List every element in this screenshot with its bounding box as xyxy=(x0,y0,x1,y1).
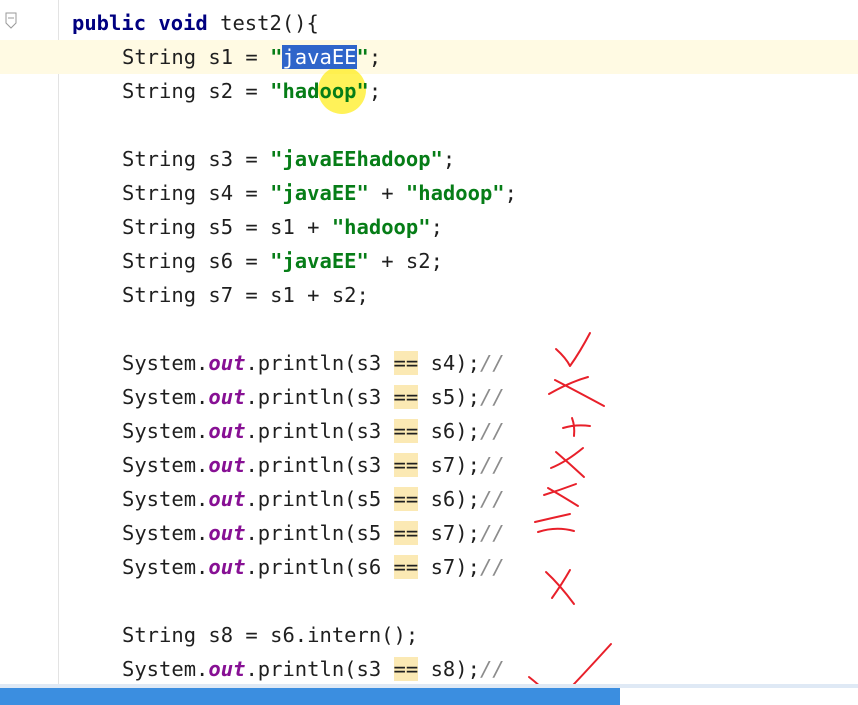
code-token: s7); xyxy=(418,453,480,477)
code-token: "javaEEhadoop" xyxy=(270,147,443,171)
code-token: out xyxy=(208,487,246,511)
line-s6[interactable]: String s6 = "javaEE" + s2; xyxy=(122,244,443,278)
code-token: out xyxy=(208,521,246,545)
code-token: System. xyxy=(122,419,209,443)
code-token: System. xyxy=(122,555,209,579)
line-s2[interactable]: String s2 = "hadoop"; xyxy=(122,74,381,108)
horizontal-scrollbar[interactable] xyxy=(0,688,620,705)
code-token: s7); xyxy=(418,555,480,579)
code-token: String s8 = s6.intern(); xyxy=(122,623,419,647)
code-token: System. xyxy=(122,351,209,375)
code-token: // xyxy=(479,419,505,443)
line-print-s3-s7[interactable]: System.out.println(s3 == s7);// xyxy=(122,448,505,482)
code-token: System. xyxy=(122,453,209,477)
code-token: // xyxy=(479,487,505,511)
code-token: out xyxy=(208,657,246,681)
code-editor[interactable]: public void test2(){String s1 = "javaEE"… xyxy=(0,0,858,705)
code-token: // xyxy=(479,351,505,375)
line-print-s3-s8[interactable]: System.out.println(s3 == s8);// xyxy=(122,652,505,686)
code-token: out xyxy=(208,351,246,375)
code-token: .println(s3 xyxy=(245,385,394,409)
code-token: String s6 = xyxy=(122,249,271,273)
code-token: "javaEE" xyxy=(270,181,369,205)
code-token: // xyxy=(479,521,505,545)
line-print-s3-s5[interactable]: System.out.println(s3 == s5);// xyxy=(122,380,505,414)
code-token: == xyxy=(393,555,419,579)
code-token: System. xyxy=(122,385,209,409)
code-token: "javaEE" xyxy=(270,249,369,273)
code-token: out xyxy=(208,453,246,477)
code-token: .println(s5 xyxy=(245,521,394,545)
code-token: out xyxy=(208,555,246,579)
code-token: .println(s3 xyxy=(245,351,394,375)
code-token: public void xyxy=(72,11,208,35)
code-token: System. xyxy=(122,487,209,511)
code-token: .println(s3 xyxy=(245,453,394,477)
code-token: s5); xyxy=(418,385,480,409)
code-token: == xyxy=(393,521,419,545)
code-token: ; xyxy=(430,215,443,239)
line-print-s5-s7[interactable]: System.out.println(s5 == s7);// xyxy=(122,516,505,550)
code-token: out xyxy=(208,419,246,443)
line-print-s3-s6[interactable]: System.out.println(s3 == s6);// xyxy=(122,414,505,448)
code-token: ; xyxy=(442,147,456,171)
code-token: "hadoop" xyxy=(270,79,369,103)
line-s3[interactable]: String s3 = "javaEEhadoop"; xyxy=(122,142,455,176)
line-method-signature[interactable]: public void test2(){ xyxy=(72,6,319,40)
line-print-s6-s7[interactable]: System.out.println(s6 == s7);// xyxy=(122,550,505,584)
line-s7[interactable]: String s7 = s1 + s2; xyxy=(122,278,369,312)
code-token: s7); xyxy=(418,521,480,545)
code-token: "hadoop" xyxy=(331,215,431,239)
code-token: " xyxy=(356,45,369,69)
code-token: System. xyxy=(122,657,209,681)
code-token: // xyxy=(479,555,505,579)
code-token: String s7 = s1 + s2; xyxy=(122,283,369,307)
code-token: "hadoop" xyxy=(405,181,505,205)
code-token: javaEE xyxy=(282,45,357,69)
code-token: s8); xyxy=(418,657,480,681)
code-token: " xyxy=(270,45,283,69)
code-token: == xyxy=(393,487,419,511)
code-token: .println(s6 xyxy=(245,555,394,579)
code-token: == xyxy=(393,385,419,409)
line-s1[interactable]: String s1 = "javaEE"; xyxy=(122,40,381,74)
code-token: // xyxy=(479,657,505,681)
code-token: + s2; xyxy=(368,249,443,273)
code-token: out xyxy=(208,385,246,409)
code-token: .println(s3 xyxy=(245,657,394,681)
line-s4[interactable]: String s4 = "javaEE" + "hadoop"; xyxy=(122,176,517,210)
code-token: ; xyxy=(504,181,517,205)
line-s5[interactable]: String s5 = s1 + "hadoop"; xyxy=(122,210,443,244)
code-token: String s1 = xyxy=(122,45,271,69)
code-token: ; xyxy=(368,79,382,103)
code-token: .println(s5 xyxy=(245,487,394,511)
code-token: String s5 = s1 + xyxy=(122,215,332,239)
code-token: ; xyxy=(368,45,382,69)
code-token: // xyxy=(479,453,505,477)
code-token: == xyxy=(393,419,419,443)
code-token: String s4 = xyxy=(122,181,271,205)
code-token: String s3 = xyxy=(122,147,271,171)
code-token: String s2 = xyxy=(122,79,271,103)
code-token: == xyxy=(393,657,419,681)
code-token: System. xyxy=(122,521,209,545)
code-token: + xyxy=(368,181,406,205)
code-token: s6); xyxy=(418,419,480,443)
code-token: .println(s3 xyxy=(245,419,394,443)
code-token: // xyxy=(479,385,505,409)
code-token: == xyxy=(393,453,419,477)
line-s8[interactable]: String s8 = s6.intern(); xyxy=(122,618,418,652)
code-token: s4); xyxy=(418,351,480,375)
code-token: == xyxy=(393,351,419,375)
line-print-s5-s6[interactable]: System.out.println(s5 == s6);// xyxy=(122,482,505,516)
code-token: s6); xyxy=(418,487,480,511)
line-print-s3-s4[interactable]: System.out.println(s3 == s4);// xyxy=(122,346,505,380)
code-token: test2(){ xyxy=(207,11,319,35)
